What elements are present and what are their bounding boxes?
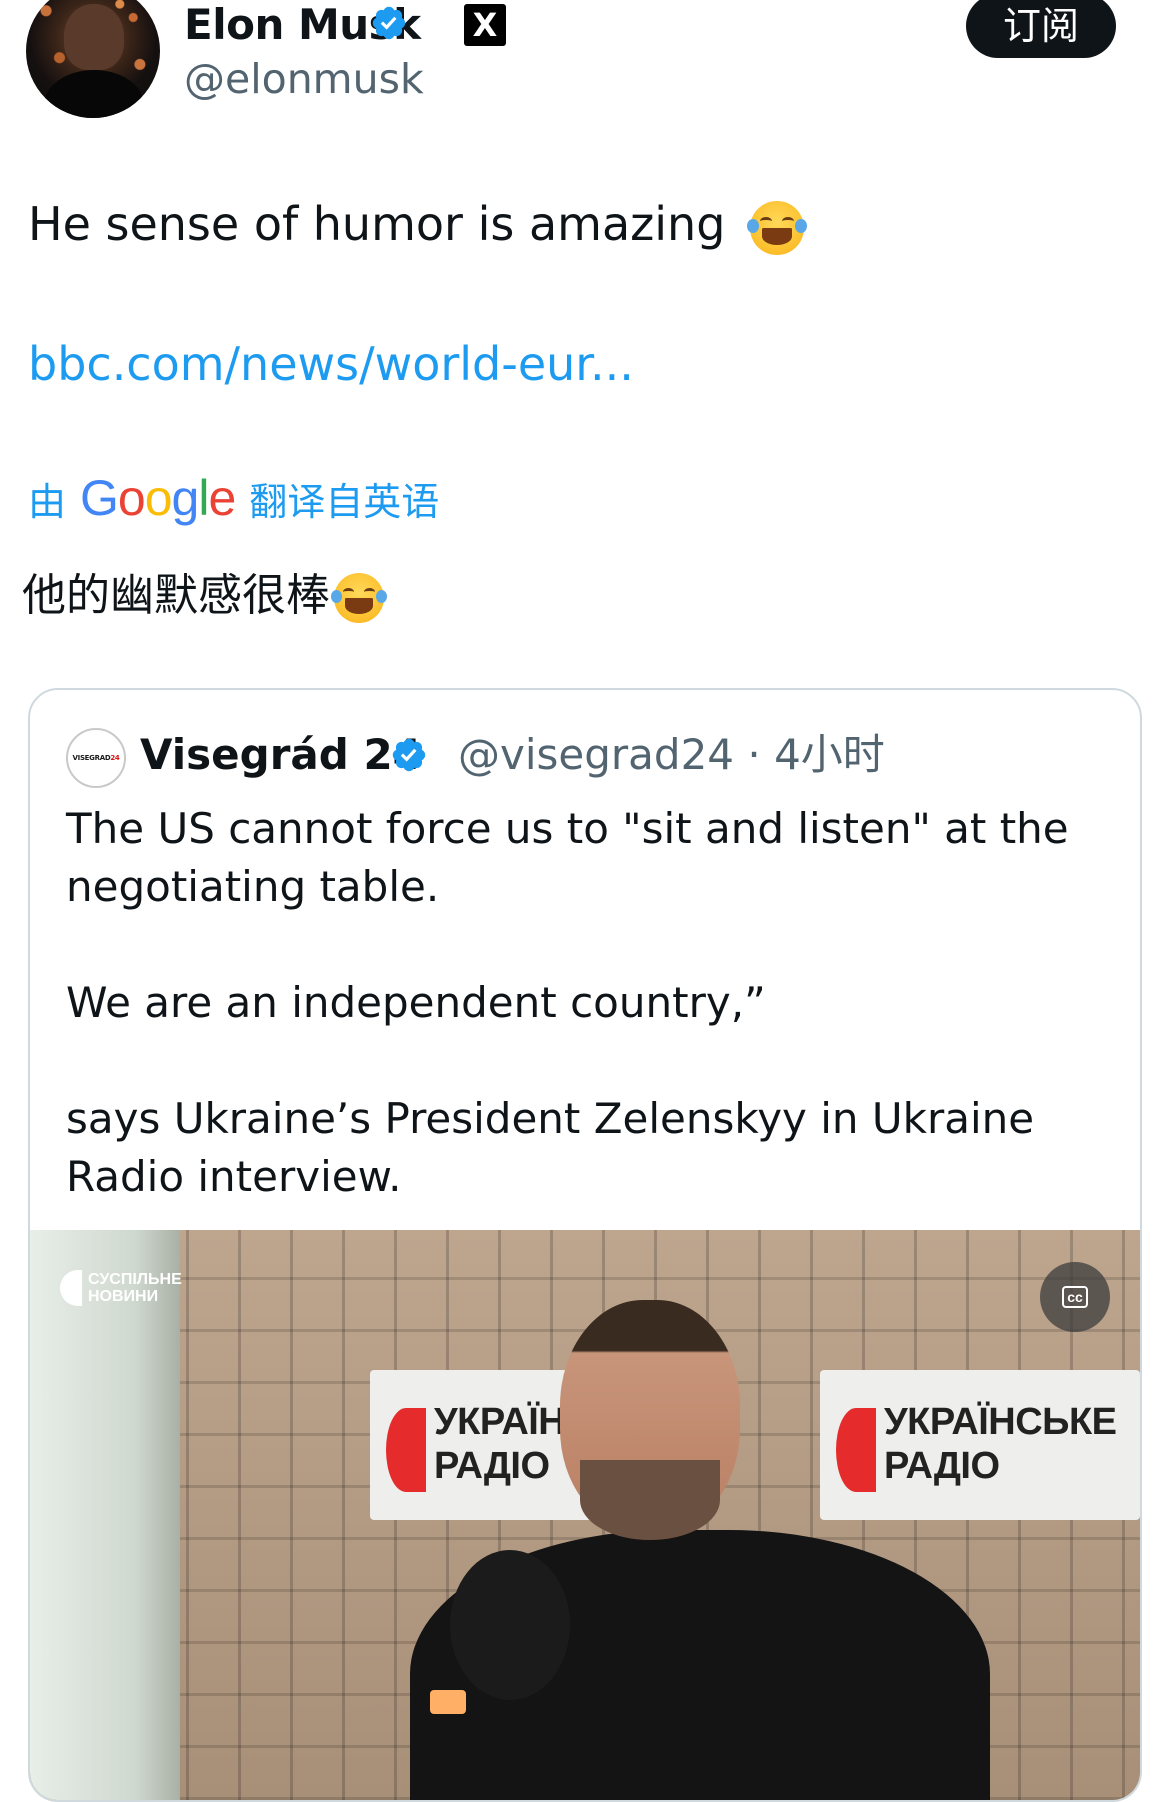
author-avatar[interactable]: [26, 0, 160, 118]
microphone: [450, 1550, 570, 1700]
subscribe-button[interactable]: 订阅: [966, 0, 1116, 58]
radio-sign-right: УКРАЇНСЬКЕ РАДІО: [820, 1370, 1140, 1520]
article-link[interactable]: bbc.com/news/world-eur...: [28, 334, 634, 394]
verified-badge-icon: [372, 6, 406, 40]
quoted-paragraph: says Ukraine’s President Zelenskyy in Uk…: [66, 1094, 1035, 1201]
translation-prefix: 由: [28, 479, 67, 524]
google-logo: Google: [80, 470, 236, 526]
channel-logo: СУСПІЛЬНЕ НОВИНИ: [60, 1270, 182, 1306]
verified-badge-icon: [392, 738, 426, 772]
face-with-tears-of-joy-icon: [331, 573, 387, 623]
captions-button[interactable]: cc: [1040, 1262, 1110, 1332]
translation-attribution[interactable]: 由 Google 翻译自英语: [28, 468, 439, 528]
quoted-paragraph: We are an independent country,”: [66, 978, 766, 1027]
captions-icon: cc: [1062, 1286, 1088, 1308]
face-with-tears-of-joy-icon: [746, 200, 808, 255]
quoted-author-name[interactable]: Visegrád 24: [140, 728, 422, 782]
translated-text: 他的幽默感很棒: [22, 566, 387, 626]
quoted-handle-and-time[interactable]: @visegrad24 · 4小时: [458, 728, 885, 782]
tweet-text: He sense of humor is amazing: [28, 194, 808, 255]
quoted-author-avatar[interactable]: VISEGRAD 24: [66, 728, 126, 788]
quoted-paragraph: The US cannot force us to "sit and liste…: [66, 804, 1069, 911]
quoted-tweet-text: The US cannot force us to "sit and liste…: [66, 800, 1096, 1264]
x-logo-icon: X: [464, 4, 506, 46]
quoted-tweet-card[interactable]: VISEGRAD 24 Visegrád 24 @visegrad24 · 4小时…: [28, 688, 1142, 1802]
video-player[interactable]: УКРАЇНСЬ РАДІО УКРАЇНСЬКЕ РАДІО СУСПІЛЬНЕ Н…: [30, 1230, 1140, 1800]
author-handle[interactable]: @elonmusk: [184, 54, 424, 104]
translation-suffix: 翻译自英语: [249, 479, 440, 524]
